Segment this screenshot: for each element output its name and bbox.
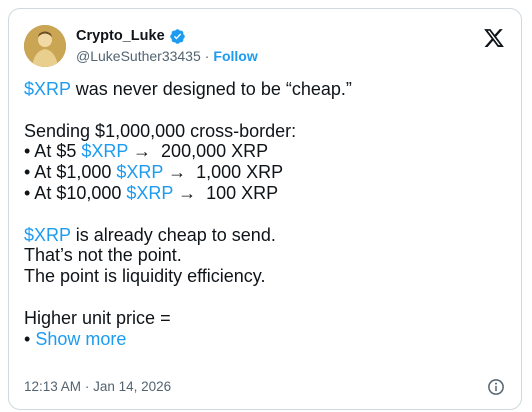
cashtag-link[interactable]: $XRP xyxy=(81,141,128,161)
cashtag-link[interactable]: $XRP xyxy=(24,225,71,245)
author-handle[interactable]: @LukeSuther33435 xyxy=(76,48,201,64)
tweet-text: $XRP was never designed to be “cheap.” S… xyxy=(24,79,514,349)
bullet-prefix: • At $10,000 xyxy=(24,182,127,203)
tweet-line: Higher unit price = xyxy=(24,307,171,328)
bullet-prefix: • At $1,000 xyxy=(24,162,117,183)
bullet-suffix: → 1,000 XRP xyxy=(163,162,284,183)
timestamp-date: Jan 14, 2026 xyxy=(93,379,172,394)
show-more-link[interactable]: Show more xyxy=(35,329,126,349)
avatar[interactable] xyxy=(24,25,66,67)
bullet-line: • At $10,000 $XRP → 100 XRP xyxy=(24,183,514,204)
cashtag-link[interactable]: $XRP xyxy=(24,79,71,99)
tweet-line: $XRP is already cheap to send. xyxy=(24,225,514,246)
tweet-line: That’s not the point. xyxy=(24,245,182,266)
follow-button[interactable]: Follow xyxy=(213,48,257,64)
bullet-suffix: → 100 XRP xyxy=(173,182,279,203)
bullet-prefix: • xyxy=(24,328,36,349)
tweet-line: $XRP was never designed to be “cheap.” xyxy=(24,79,514,100)
timestamp-time: 12:13 AM xyxy=(24,379,82,394)
display-name[interactable]: Crypto_Luke xyxy=(76,28,165,44)
cashtag-link[interactable]: $XRP xyxy=(126,183,173,203)
separator-dot: · xyxy=(204,48,210,64)
bullet-line: • At $5 $XRP → 200,000 XRP xyxy=(24,141,514,162)
info-icon[interactable] xyxy=(487,378,505,396)
show-more-line: • Show more xyxy=(24,329,514,350)
author-block: Crypto_Luke @LukeSuther33435 · Follow xyxy=(76,26,258,64)
tweet-text-segment: is already cheap to send. xyxy=(70,224,276,245)
x-logo-icon[interactable] xyxy=(483,27,505,49)
tweet-card: Crypto_Luke @LukeSuther33435 · Follow $X… xyxy=(8,8,522,410)
tweet-line: The point is liquidity efficiency. xyxy=(24,266,266,287)
cashtag-link[interactable]: $XRP xyxy=(116,162,163,182)
bullet-prefix: • At $5 xyxy=(24,141,82,162)
bullet-line: • At $1,000 $XRP → 1,000 XRP xyxy=(24,162,514,183)
tweet-text-segment: was never designed to be “cheap.” xyxy=(70,79,352,99)
verified-badge-icon[interactable] xyxy=(169,28,186,45)
avatar-image xyxy=(24,25,66,67)
tweet-timestamp[interactable]: 12:13 AM · Jan 14, 2026 xyxy=(24,379,171,394)
tweet-line: Sending $1,000,000 cross-border: xyxy=(24,120,297,141)
timestamp-separator: · xyxy=(84,379,90,394)
bullet-suffix: → 200,000 XRP xyxy=(128,141,269,162)
